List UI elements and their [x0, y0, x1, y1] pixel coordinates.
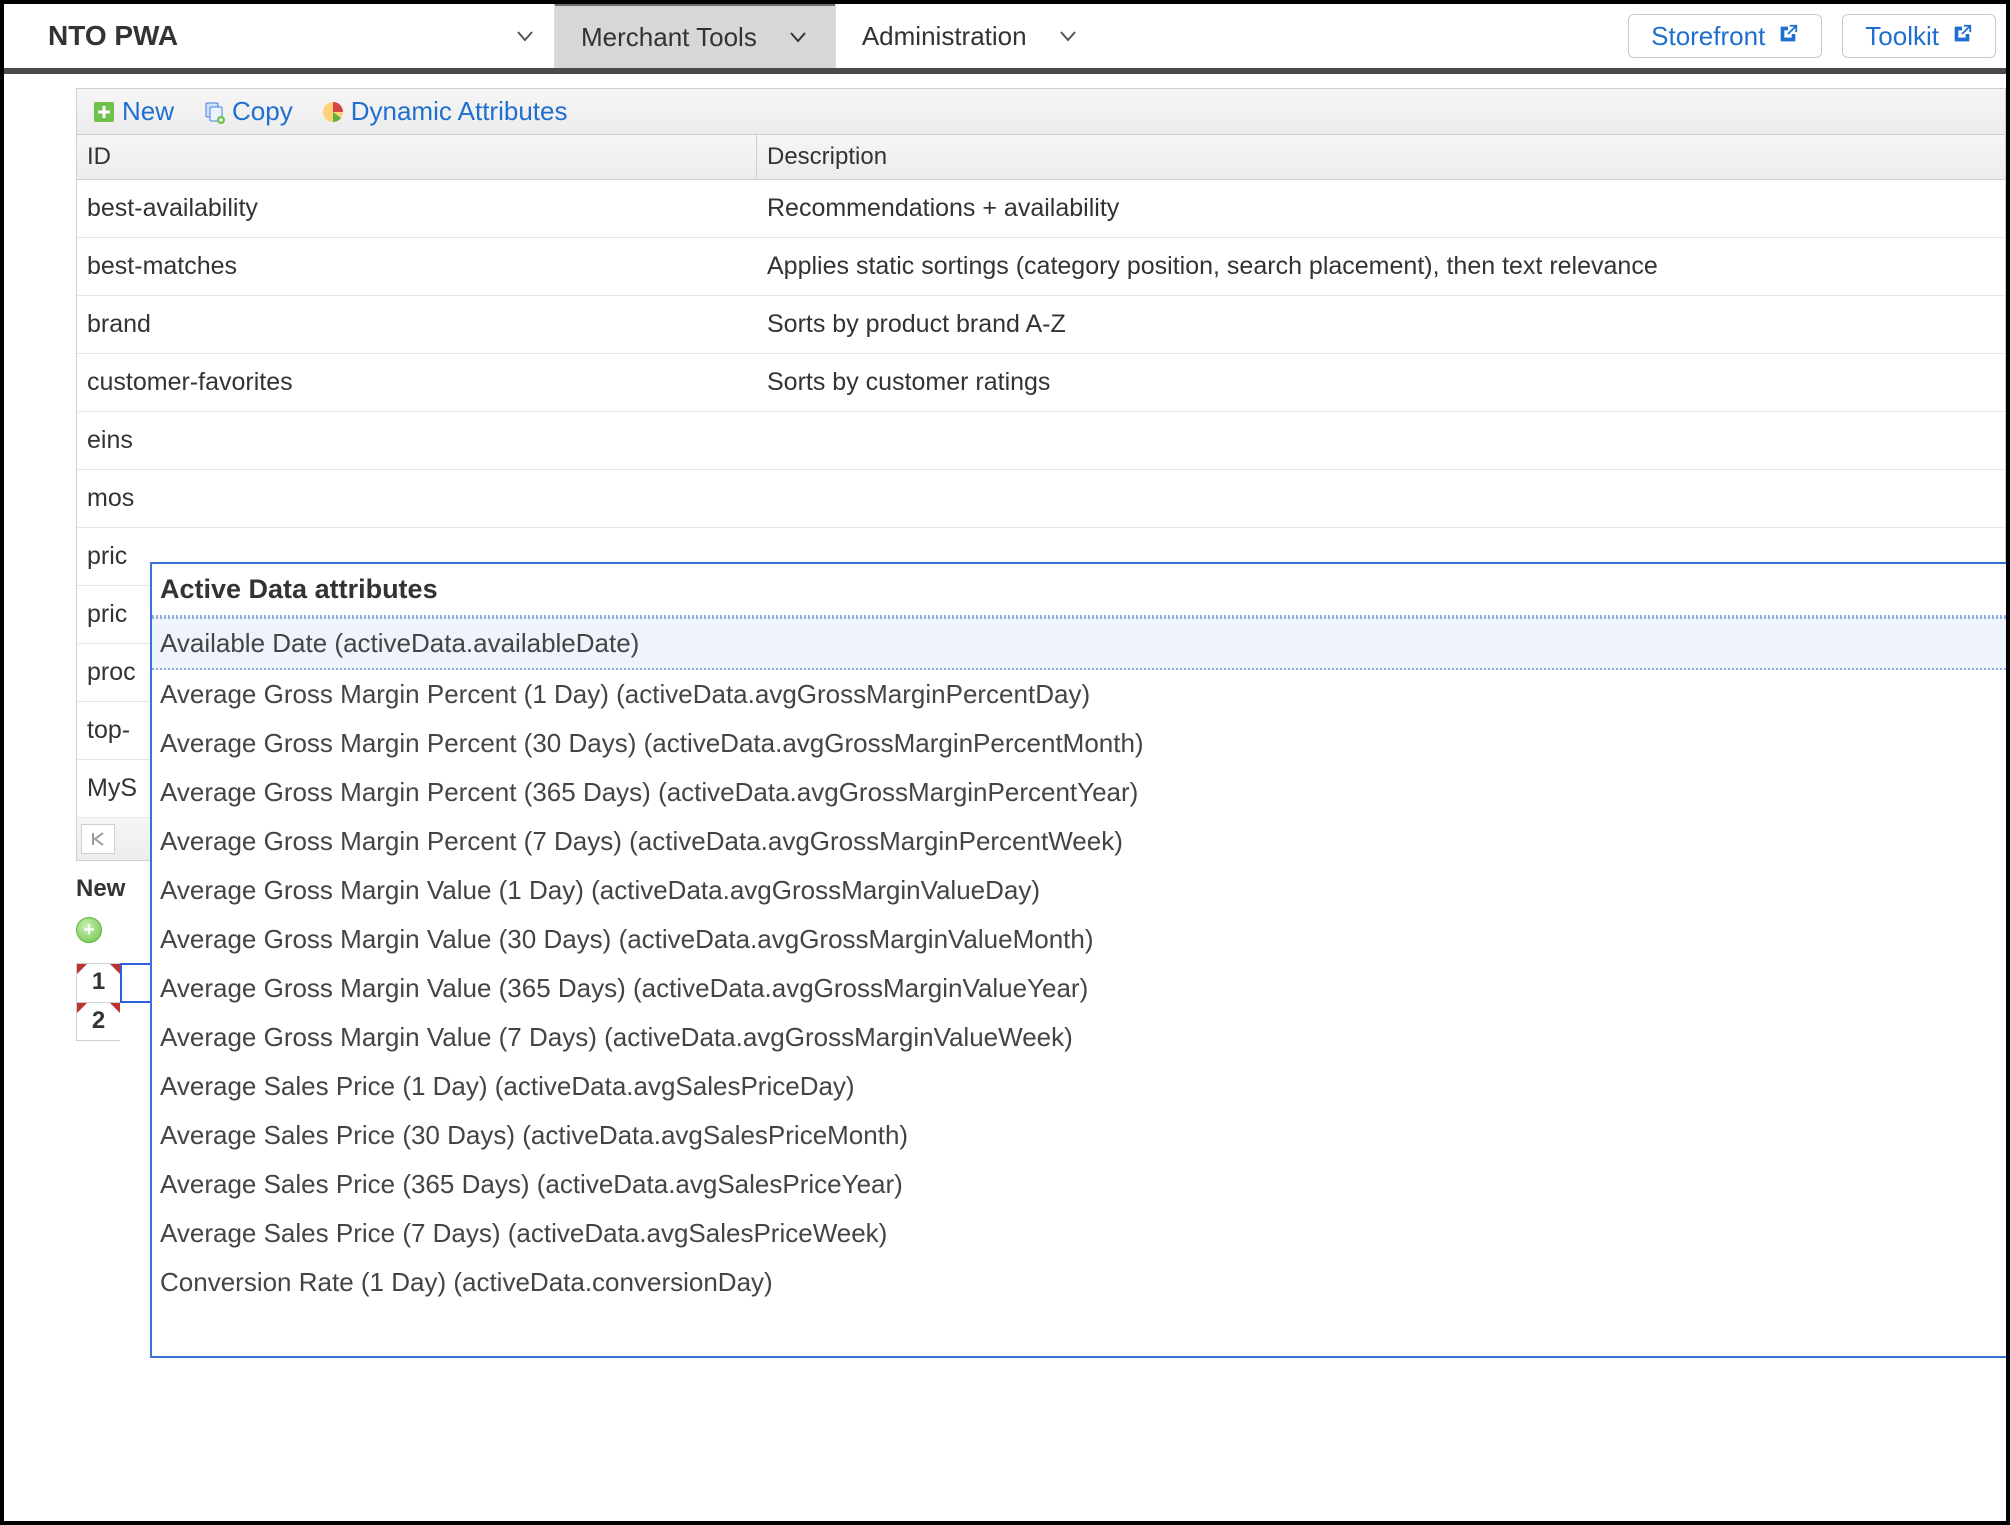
chevron-down-icon — [514, 25, 536, 47]
site-name: NTO PWA — [48, 20, 178, 52]
tab-administration[interactable]: Administration — [835, 4, 1105, 68]
dropdown-item[interactable]: Average Gross Margin Value (365 Days) (a… — [152, 964, 2006, 1013]
grid-toolbar: New Copy Dynamic Attributes — [76, 88, 2006, 135]
cell-id: eins — [77, 412, 757, 469]
cell-desc: Recommendations + availability — [757, 180, 2005, 237]
dynamic-attributes-button[interactable]: Dynamic Attributes — [314, 93, 575, 130]
dropdown-item[interactable]: Conversion Rate (1 Day) (activeData.conv… — [152, 1258, 2006, 1307]
copy-icon — [202, 100, 226, 124]
cell-id: best-matches — [77, 238, 757, 295]
button-label: Copy — [232, 96, 293, 127]
cell-desc: Sorts by product brand A-Z — [757, 296, 2005, 353]
dropdown-item[interactable]: Average Sales Price (7 Days) (activeData… — [152, 1209, 2006, 1258]
site-selector[interactable]: NTO PWA — [4, 4, 554, 68]
external-link-icon — [1951, 21, 1973, 52]
cell-id: brand — [77, 296, 757, 353]
formula-line-gutter[interactable]: 1 — [76, 963, 120, 1003]
tab-merchant-tools[interactable]: Merchant Tools — [554, 0, 835, 68]
button-label: Dynamic Attributes — [351, 96, 568, 127]
pager-first-button[interactable] — [81, 824, 115, 854]
top-nav: NTO PWA Merchant Tools Administration St… — [4, 4, 2006, 74]
line-number: 1 — [92, 968, 105, 995]
dropdown-item[interactable]: Average Gross Margin Percent (365 Days) … — [152, 768, 2006, 817]
pie-chart-icon — [321, 100, 345, 124]
cell-id: customer-favorites — [77, 354, 757, 411]
toolkit-link[interactable]: Toolkit — [1842, 14, 1996, 58]
line-number: 2 — [92, 1007, 105, 1034]
dropdown-item[interactable]: Available Date (activeData.availableDate… — [152, 617, 2006, 670]
cell-id: best-availability — [77, 180, 757, 237]
table-row[interactable]: best-availability Recommendations + avai… — [77, 180, 2005, 238]
link-label: Storefront — [1651, 21, 1765, 52]
grid-header: ID Description — [77, 135, 2005, 180]
cell-desc: Applies static sortings (category positi… — [757, 238, 2005, 295]
external-link-icon — [1777, 21, 1799, 52]
dropdown-item[interactable]: Average Gross Margin Percent (1 Day) (ac… — [152, 670, 2006, 719]
add-button[interactable]: + — [76, 917, 102, 943]
formula-line-gutter[interactable]: 2 — [76, 1003, 120, 1041]
tab-label: Administration — [862, 21, 1027, 52]
table-row[interactable]: eins — [77, 412, 2005, 470]
dropdown-item[interactable]: Average Sales Price (365 Days) (activeDa… — [152, 1160, 2006, 1209]
cell-id: mos — [77, 470, 757, 527]
content-area: New Copy Dynamic Attributes ID Descripti… — [4, 74, 2006, 1041]
table-row[interactable]: mos — [77, 470, 2005, 528]
col-description[interactable]: Description — [757, 135, 2005, 179]
table-row[interactable]: brand Sorts by product brand A-Z — [77, 296, 2005, 354]
dropdown-item[interactable]: Average Gross Margin Percent (7 Days) (a… — [152, 817, 2006, 866]
dropdown-item[interactable]: Average Sales Price (1 Day) (activeData.… — [152, 1062, 2006, 1111]
dropdown-group-heading: Active Data attributes — [152, 564, 2006, 617]
table-row[interactable]: best-matches Applies static sortings (ca… — [77, 238, 2005, 296]
plus-icon — [92, 100, 116, 124]
chevron-down-icon — [1057, 25, 1079, 47]
dropdown-item[interactable]: Average Gross Margin Value (30 Days) (ac… — [152, 915, 2006, 964]
copy-button[interactable]: Copy — [195, 93, 300, 130]
button-label: New — [122, 96, 174, 127]
storefront-link[interactable]: Storefront — [1628, 14, 1822, 58]
link-label: Toolkit — [1865, 21, 1939, 52]
table-row[interactable]: customer-favorites Sorts by customer rat… — [77, 354, 2005, 412]
chevron-down-icon — [787, 26, 809, 48]
new-button[interactable]: New — [85, 93, 181, 130]
col-id[interactable]: ID — [77, 135, 757, 179]
dropdown-item[interactable]: Average Gross Margin Percent (30 Days) (… — [152, 719, 2006, 768]
attribute-autocomplete-dropdown: Active Data attributes Available Date (a… — [150, 562, 2006, 1358]
cell-desc: Sorts by customer ratings — [757, 354, 2005, 411]
tab-label: Merchant Tools — [581, 22, 757, 53]
dropdown-item[interactable]: Average Sales Price (30 Days) (activeDat… — [152, 1111, 2006, 1160]
dropdown-item[interactable]: Average Gross Margin Value (1 Day) (acti… — [152, 866, 2006, 915]
dropdown-item[interactable]: Average Gross Margin Value (7 Days) (act… — [152, 1013, 2006, 1062]
